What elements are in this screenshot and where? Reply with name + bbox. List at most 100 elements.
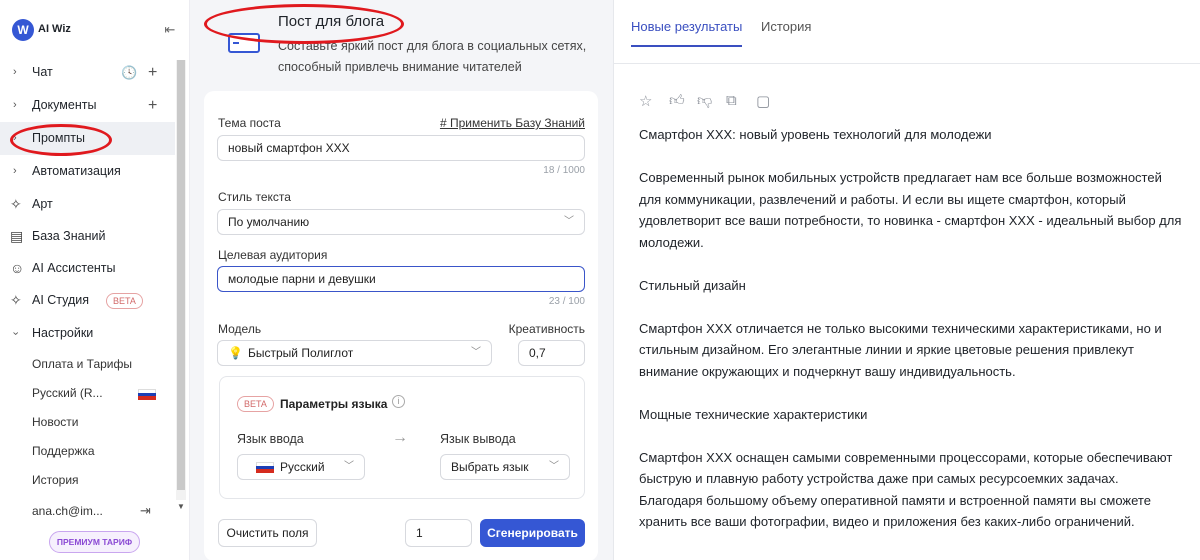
sidebar-item-support[interactable]: Поддержка	[0, 437, 175, 466]
sidebar-nav: › Чат 🕓 + › Документы + › Промпты › Авто…	[0, 56, 175, 495]
language-params-box: BETA Параметры языка i Язык ввода Язык в…	[219, 376, 585, 499]
chevron-down-icon: ﹀	[344, 461, 354, 472]
sidebar-item-billing[interactable]: Оплата и Тарифы	[0, 350, 175, 379]
generated-text: Смартфон XXX: новый уровень технологий д…	[639, 124, 1184, 554]
style-select-value: По умолчанию	[228, 215, 310, 229]
plus-icon[interactable]: +	[148, 56, 157, 89]
sidebar-item-label: Документы	[32, 98, 97, 112]
model-select[interactable]: 💡 Быстрый Полиглот ﹀	[217, 340, 492, 366]
language-params-title: Параметры языка	[280, 397, 388, 411]
sidebar-item-settings[interactable]: › Настройки	[0, 317, 175, 350]
audience-input[interactable]: молодые парни и девушки	[217, 266, 585, 292]
results-panel: Новые результаты История ☆ 👍︎ 👎︎ ⧉ ▢ Сма…	[613, 0, 1200, 560]
annotation-ellipse-title	[204, 4, 404, 44]
result-paragraph: Смартфон XXX: новый уровень технологий д…	[639, 127, 992, 142]
output-language-select[interactable]: Выбрать язык ﹀	[440, 454, 570, 480]
sidebar-item-label: Новости	[32, 415, 79, 429]
sidebar-item-label: История	[32, 473, 79, 487]
sidebar-item-label: Чат	[32, 65, 53, 79]
results-tabs: Новые результаты История	[614, 0, 1200, 64]
chevron-down-icon: ›	[9, 331, 22, 336]
sidebar-item-history[interactable]: История	[0, 466, 175, 495]
book-icon: ▤	[10, 228, 24, 244]
collapse-sidebar-icon[interactable]: ⇤	[162, 22, 178, 38]
russia-flag-icon	[138, 389, 156, 400]
sidebar-item-ai-assistants[interactable]: ☺ AI Ассистенты	[0, 252, 175, 284]
sidebar-item-documents[interactable]: › Документы +	[0, 89, 175, 122]
chevron-right-icon: ›	[13, 99, 17, 111]
output-language-value: Выбрать язык	[451, 460, 529, 474]
sidebar-item-label: Поддержка	[32, 444, 95, 458]
info-icon[interactable]: i	[392, 395, 405, 408]
style-select[interactable]: По умолчанию ﹀	[217, 209, 585, 235]
logout-icon[interactable]: ⇥	[140, 497, 151, 525]
thumbs-down-icon[interactable]: 👎︎	[697, 92, 712, 110]
app-name: AI Wiz	[38, 23, 71, 35]
plus-icon[interactable]: +	[148, 89, 157, 122]
creativity-input[interactable]: 0,7	[518, 340, 585, 366]
premium-plan-button[interactable]: ПРЕМИУМ ТАРИФ	[49, 531, 140, 553]
scrollbar-thumb[interactable]	[177, 60, 185, 490]
beta-badge: BETA	[237, 396, 274, 412]
user-account[interactable]: ana.ch@im... ⇥	[0, 497, 175, 525]
history-icon[interactable]: 🕓	[121, 56, 137, 89]
sidebar-item-ai-studio[interactable]: ✧ AI Студия BETA	[0, 284, 175, 317]
sidebar-scrollbar[interactable]	[176, 60, 186, 500]
tab-history[interactable]: История	[761, 19, 811, 47]
chevron-right-icon: ›	[13, 66, 17, 78]
form-card: Тема поста # Применить Базу Знаний новый…	[204, 91, 598, 560]
result-paragraph: Смартфон XXX оснащен самыми современными…	[639, 449, 1173, 530]
model-select-value: Быстрый Полиглот	[248, 346, 354, 360]
audience-label: Целевая аудитория	[218, 248, 328, 262]
lightbulb-icon: 💡	[228, 346, 243, 360]
result-paragraph: Современный рынок мобильных устройств пр…	[639, 170, 1182, 250]
clear-fields-button[interactable]: Очистить поля	[218, 519, 317, 547]
topic-input[interactable]: новый смартфон XXX	[217, 135, 585, 161]
result-paragraph: Смартфон XXX отличается не только высоки…	[639, 320, 1162, 379]
chevron-down-icon: ﹀	[471, 347, 481, 358]
input-language-select[interactable]: Русский ﹀	[237, 454, 365, 480]
style-label: Стиль текста	[218, 190, 291, 204]
thumbs-up-icon[interactable]: 👍︎	[669, 92, 685, 110]
arrow-right-icon: →	[392, 429, 408, 446]
sidebar-item-label: База Знаний	[32, 229, 106, 243]
chevron-down-icon: ﹀	[564, 216, 574, 227]
sidebar-item-news[interactable]: Новости	[0, 408, 175, 437]
sidebar-item-label: Арт	[32, 197, 53, 211]
topic-counter: 18 / 1000	[543, 165, 585, 176]
topic-label: Тема поста	[218, 116, 281, 130]
logo[interactable]: W AI Wiz ⇤	[12, 18, 182, 44]
logo-icon: W	[12, 19, 34, 41]
sidebar-item-label: AI Ассистенты	[32, 261, 116, 275]
sidebar-item-automation[interactable]: › Автоматизация	[0, 155, 175, 188]
russia-flag-icon	[256, 462, 274, 473]
scroll-down-arrow-icon[interactable]: ▼	[177, 502, 185, 511]
sparkles-icon: ✧	[10, 292, 22, 308]
copy-icon[interactable]: ⧉	[726, 92, 737, 109]
count-input[interactable]: 1	[405, 519, 472, 547]
input-language-value: Русский	[280, 460, 325, 474]
sidebar-item-language[interactable]: Русский (R...	[0, 379, 175, 408]
generate-button[interactable]: Сгенерировать	[480, 519, 585, 547]
user-email: ana.ch@im...	[32, 504, 103, 518]
sidebar-item-label: Русский (R...	[32, 386, 103, 400]
sidebar-item-art[interactable]: ✧ Арт	[0, 188, 175, 221]
annotation-ellipse-prompts	[10, 124, 112, 156]
beta-badge: BETA	[106, 293, 143, 309]
document-icon[interactable]: ▢	[756, 92, 770, 110]
chevron-down-icon: ﹀	[549, 461, 559, 472]
chevron-right-icon: ›	[13, 165, 17, 177]
tab-new-results[interactable]: Новые результаты	[631, 19, 743, 47]
sidebar-item-label: Автоматизация	[32, 164, 121, 178]
sidebar-item-label: AI Студия	[32, 293, 90, 307]
sidebar-item-label: Настройки	[32, 326, 94, 340]
creativity-label: Креативность	[508, 322, 585, 336]
sidebar: W AI Wiz ⇤ › Чат 🕓 + › Документы + › Про…	[0, 0, 190, 560]
sidebar-item-knowledge-base[interactable]: ▤ База Знаний	[0, 221, 175, 252]
sidebar-item-chat[interactable]: › Чат 🕓 +	[0, 56, 175, 89]
prompt-form-panel: Пост для блога Составьте яркий пост для …	[190, 0, 613, 560]
output-language-label: Язык вывода	[440, 432, 516, 446]
result-paragraph: Стильный дизайн	[639, 277, 746, 293]
apply-knowledge-base-link[interactable]: # Применить Базу Знаний	[440, 116, 585, 130]
star-icon[interactable]: ☆	[639, 92, 652, 110]
